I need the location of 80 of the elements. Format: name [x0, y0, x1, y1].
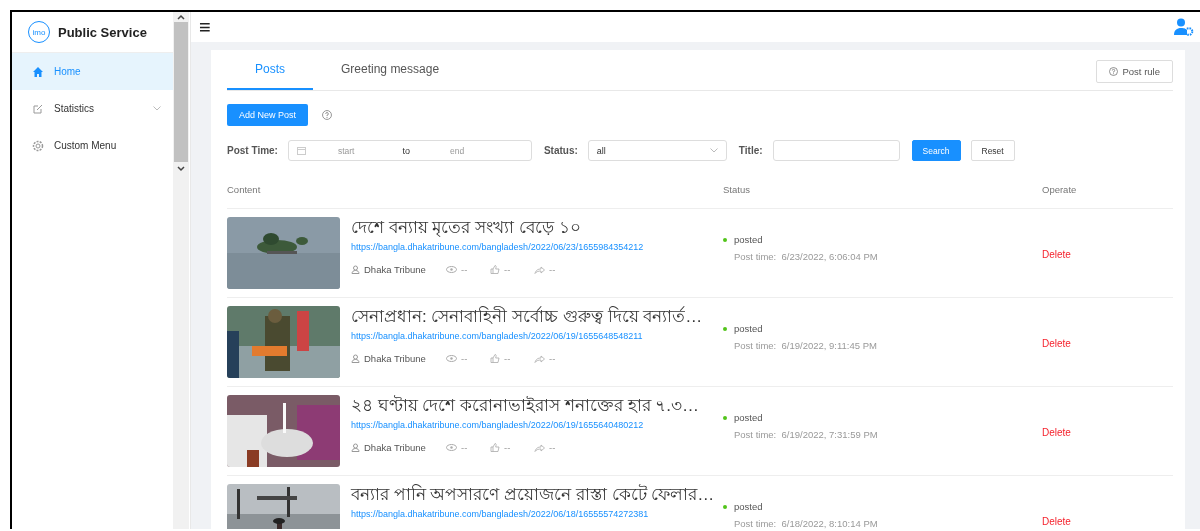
- column-header: Status: [723, 184, 751, 197]
- settings-icon: [32, 139, 44, 152]
- delete-link[interactable]: Delete: [1042, 209, 1071, 260]
- post-time: Post time: 6/23/2022, 6:06:04 PM: [734, 251, 879, 262]
- edit-icon: [32, 102, 44, 115]
- sidebar-item[interactable]: Home: [12, 53, 173, 90]
- add-post-button[interactable]: Add New Post: [227, 104, 309, 126]
- post-link[interactable]: https://bangla.dhakatribune.com/bangladesh/2022/06/19/1655640480212: [351, 420, 700, 430]
- chevron-icon: [709, 148, 718, 153]
- user-icon: [351, 354, 360, 363]
- reset-button[interactable]: Reset: [970, 140, 1015, 161]
- status-label: posted: [734, 323, 763, 334]
- status-dot: [723, 237, 727, 242]
- column-header: Operate: [1042, 184, 1077, 197]
- status-label: posted: [734, 412, 763, 423]
- post-time: Post time: 6/19/2022, 7:31:59 PM: [734, 429, 879, 440]
- like-count: --: [490, 264, 534, 275]
- menu-icon[interactable]: ≡: [199, 17, 211, 37]
- share-count: --: [534, 353, 578, 364]
- post-title: দেশে বন্যায় মৃতের সংখ্যা বেড়ে ১০: [351, 217, 582, 239]
- help-icon[interactable]: [322, 110, 333, 120]
- delete-link[interactable]: Delete: [1042, 298, 1071, 349]
- post-title: বন্যার পানি অপসারণে প্রয়োজনে রাস্তা কেটে ফেলার…: [351, 484, 715, 506]
- post-title: সেনাপ্রধান: সেনাবাহিনী সর্বোচ্চ গুরুত্ব দিয়ে বন্যার্ত…: [351, 306, 703, 328]
- post-time: Post time: 6/18/2022, 8:10:14 PM: [734, 518, 879, 529]
- status-label: posted: [734, 501, 763, 512]
- tab[interactable]: Posts: [227, 50, 313, 90]
- share-count: --: [534, 264, 578, 275]
- thumbs-up-icon: [490, 443, 500, 452]
- search-button[interactable]: Search: [911, 140, 961, 161]
- like-count: --: [490, 442, 534, 453]
- tab[interactable]: Greeting message: [313, 50, 468, 90]
- eye-icon: [446, 444, 457, 451]
- share-icon: [534, 354, 545, 363]
- date-range-field[interactable]: start to end: [287, 140, 532, 161]
- author-label: Dhaka Tribune: [351, 353, 446, 364]
- post-time-label: Post Time:: [227, 145, 278, 156]
- status-dot: [723, 326, 727, 331]
- delete-link[interactable]: Delete: [1042, 476, 1071, 527]
- share-icon: [534, 443, 545, 452]
- status-dot: [723, 415, 727, 420]
- calendar-icon: [296, 146, 306, 155]
- scrollbar-thumb[interactable]: [174, 22, 188, 162]
- view-count: --: [446, 442, 490, 453]
- app-title: Public Service: [58, 24, 147, 40]
- scrollbar[interactable]: [173, 12, 189, 529]
- author-label: Dhaka Tribune: [351, 264, 446, 275]
- share-icon: [534, 265, 545, 274]
- status-dot: [723, 504, 727, 509]
- post-link[interactable]: https://bangla.dhakatribune.com/bangladesh/2022/06/19/1655648548211: [351, 331, 703, 341]
- title-filter-label: Title:: [738, 145, 763, 156]
- user-icon: [351, 265, 360, 274]
- status-label: posted: [734, 234, 763, 245]
- eye-icon: [446, 355, 457, 362]
- user-icon: [351, 443, 360, 452]
- status-filter-label: Status:: [543, 145, 578, 156]
- scroll-down-icon[interactable]: [177, 166, 185, 172]
- sidebar-item[interactable]: Custom Menu: [12, 127, 173, 164]
- post-title: ২৪ ঘণ্টায় দেশে করোনাভাইরাস শনাক্তের হার ৭.৩…: [351, 395, 700, 417]
- scroll-up-icon[interactable]: [177, 14, 185, 20]
- thumbs-up-icon: [490, 265, 500, 274]
- status-dropdown[interactable]: all: [587, 140, 727, 161]
- help-icon: [1108, 67, 1118, 76]
- title-input-field[interactable]: [772, 140, 900, 161]
- post-link[interactable]: https://bangla.dhakatribune.com/bangladesh/2022/06/18/16555574272381: [351, 509, 715, 519]
- delete-link[interactable]: Delete: [1042, 387, 1071, 438]
- view-count: --: [446, 353, 490, 364]
- post-link[interactable]: https://bangla.dhakatribune.com/bangladesh/2022/06/23/1655984354212: [351, 242, 644, 252]
- share-count: --: [534, 442, 578, 453]
- post-rule-button[interactable]: Post rule: [1095, 60, 1173, 83]
- view-count: --: [446, 264, 490, 275]
- column-header: Content: [227, 184, 262, 197]
- user-settings-icon[interactable]: [1174, 18, 1194, 36]
- post-time: Post time: 6/19/2022, 9:11:45 PM: [734, 340, 878, 351]
- thumbs-up-icon: [490, 354, 500, 363]
- author-label: Dhaka Tribune: [351, 442, 446, 453]
- eye-icon: [446, 266, 457, 273]
- sidebar-item[interactable]: Statistics: [12, 90, 173, 127]
- home-icon: [32, 65, 44, 78]
- like-count: --: [490, 353, 534, 364]
